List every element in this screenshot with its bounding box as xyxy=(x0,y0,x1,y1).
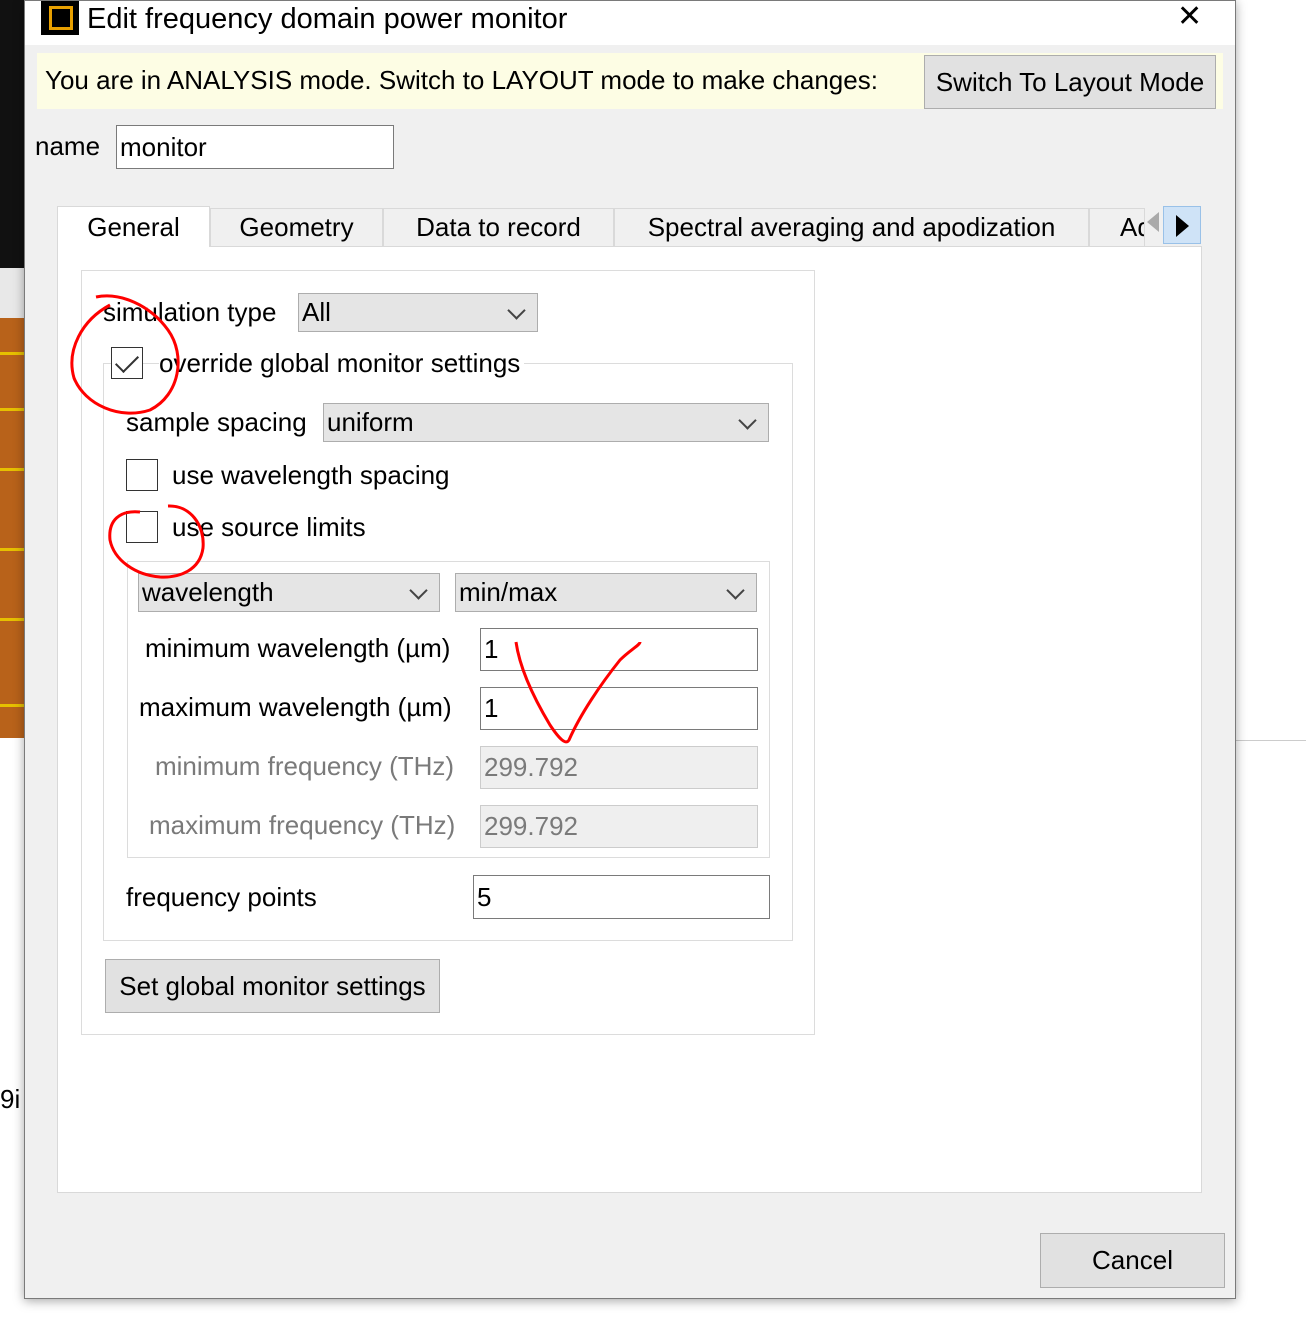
use-source-limits-label: use source limits xyxy=(172,512,366,542)
tab-general[interactable]: General xyxy=(57,206,210,247)
sample-spacing-label: sample spacing xyxy=(126,407,307,437)
max-frequency-label: maximum frequency (THz) xyxy=(149,810,456,840)
background-divider xyxy=(1236,740,1306,741)
max-wavelength-input[interactable]: 1 xyxy=(480,687,758,730)
range-mode-value: min/max xyxy=(459,577,558,607)
min-wavelength-input[interactable]: 1 xyxy=(480,628,758,671)
sample-spacing-select[interactable]: uniform xyxy=(323,403,769,442)
frequency-points-input[interactable]: 5 xyxy=(473,875,770,919)
max-frequency-input: 299.792 xyxy=(480,805,758,848)
background-app-strip xyxy=(0,268,24,318)
min-frequency-label: minimum frequency (THz) xyxy=(155,751,455,781)
max-wavelength-label: maximum wavelength (µm) xyxy=(139,692,452,722)
scroll-left-icon[interactable] xyxy=(1147,212,1159,232)
override-checkbox[interactable] xyxy=(111,347,143,379)
range-type-select[interactable]: wavelength xyxy=(138,573,440,612)
chevron-down-icon xyxy=(507,301,526,320)
background-app-panel xyxy=(0,0,24,268)
tab-geometry[interactable]: Geometry xyxy=(210,208,383,246)
min-wavelength-label: minimum wavelength (µm) xyxy=(145,633,451,663)
use-wavelength-spacing-label: use wavelength spacing xyxy=(172,460,450,490)
scroll-right-icon xyxy=(1176,215,1189,237)
range-mode-select[interactable]: min/max xyxy=(455,573,757,612)
simulation-type-value: All xyxy=(302,297,331,327)
set-global-monitor-settings-button[interactable]: Set global monitor settings xyxy=(105,959,440,1013)
cancel-button[interactable]: Cancel xyxy=(1040,1233,1225,1288)
switch-to-layout-button[interactable]: Switch To Layout Mode xyxy=(924,55,1216,109)
scroll-right-button[interactable] xyxy=(1163,206,1201,244)
name-label: name xyxy=(35,131,101,161)
tab-data-to-record[interactable]: Data to record xyxy=(383,208,614,246)
min-frequency-input: 299.792 xyxy=(480,746,758,789)
tab-spectral-averaging[interactable]: Spectral averaging and apodization xyxy=(614,208,1089,246)
background-app-text: 9i xyxy=(0,1084,21,1114)
frequency-points-label: frequency points xyxy=(126,882,317,912)
checkmark-icon xyxy=(114,348,140,374)
simulation-type-label: simulation type xyxy=(103,297,277,327)
chevron-down-icon xyxy=(726,581,745,600)
mode-message: You are in ANALYSIS mode. Switch to LAYO… xyxy=(45,65,878,95)
tab-scroll-controls[interactable] xyxy=(1145,206,1203,246)
edit-monitor-dialog: Edit frequency domain power monitor ✕ Yo… xyxy=(24,0,1236,1299)
simulation-type-select[interactable]: All xyxy=(298,293,538,332)
tab-advanced[interactable]: Advanc xyxy=(1089,208,1145,246)
use-wavelength-spacing-checkbox[interactable] xyxy=(126,459,158,491)
app-logo-icon xyxy=(41,1,79,35)
chevron-down-icon xyxy=(409,581,428,600)
close-icon[interactable]: ✕ xyxy=(1177,0,1202,35)
name-input[interactable]: monitor xyxy=(116,125,394,169)
title-bar: Edit frequency domain power monitor ✕ xyxy=(25,0,1235,45)
background-app-canvas xyxy=(0,318,24,738)
range-type-value: wavelength xyxy=(142,577,274,607)
override-label: override global monitor settings xyxy=(159,348,525,379)
use-source-limits-checkbox[interactable] xyxy=(126,511,158,543)
chevron-down-icon xyxy=(738,411,757,430)
sample-spacing-value: uniform xyxy=(327,407,414,437)
dialog-title: Edit frequency domain power monitor xyxy=(87,3,568,35)
